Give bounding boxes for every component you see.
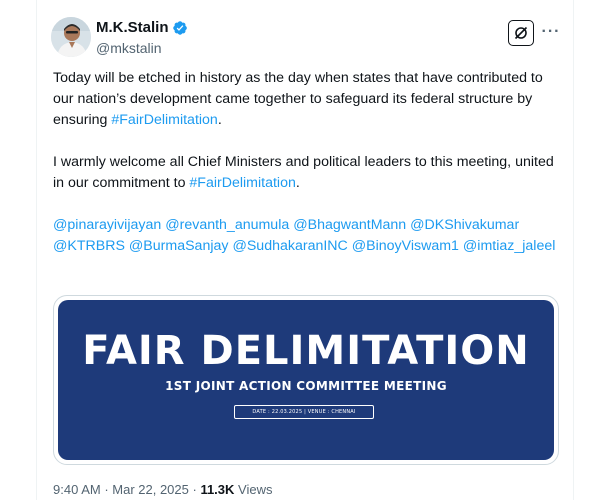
- hashtag-link[interactable]: #FairDelimitation: [111, 112, 217, 128]
- tweet-card: M.K.Stalin @mkstalin ··· Today will be e…: [36, 0, 574, 500]
- grok-icon[interactable]: [508, 20, 534, 46]
- meta-separator: ·: [100, 482, 113, 497]
- mention-link[interactable]: @imtiaz_jaleel: [463, 238, 555, 254]
- more-icon[interactable]: ···: [540, 22, 562, 42]
- meta-separator: ·: [188, 482, 201, 497]
- banner-date-venue: DATE : 22.03.2025 | VENUE : CHENNAI: [234, 405, 374, 419]
- tweet-text: Today will be etched in history as the d…: [53, 68, 563, 278]
- mention-link[interactable]: @DKShivakumar: [410, 217, 519, 233]
- paragraph-end: .: [217, 112, 222, 128]
- mention-link[interactable]: @pinarayivijayan: [53, 217, 161, 233]
- paragraph-text: I warmly welcome all Chief Ministers and…: [53, 154, 554, 191]
- avatar[interactable]: [51, 17, 91, 57]
- author-handle[interactable]: @mkstalin: [96, 40, 162, 56]
- tweet-paragraph-2: I warmly welcome all Chief Ministers and…: [53, 152, 563, 194]
- views-label: Views: [238, 482, 273, 497]
- hashtag-link[interactable]: #FairDelimitation: [189, 175, 295, 191]
- views-count: 11.3K: [200, 482, 235, 497]
- paragraph-end: .: [295, 175, 300, 191]
- mention-link[interactable]: @revanth_anumula: [165, 217, 289, 233]
- banner-subtitle: 1ST JOINT ACTION COMMITTEE MEETING: [165, 379, 447, 393]
- tweet-media[interactable]: FAIR DELIMITATION 1ST JOINT ACTION COMMI…: [53, 295, 559, 465]
- verified-badge-icon: [172, 20, 188, 36]
- mention-link[interactable]: @SudhakaranINC: [232, 238, 347, 254]
- mention-link[interactable]: @BurmaSanjay: [129, 238, 229, 254]
- tweet-paragraph-1: Today will be etched in history as the d…: [53, 68, 563, 131]
- mention-link[interactable]: @KTRBRS: [53, 238, 125, 254]
- tweet-meta: 9:40 AM · Mar 22, 2025 · 11.3K Views: [53, 482, 273, 497]
- tweet-date[interactable]: Mar 22, 2025: [112, 482, 189, 497]
- author-name-row[interactable]: M.K.Stalin: [96, 19, 188, 36]
- banner-title: FAIR DELIMITATION: [82, 328, 530, 374]
- mention-link[interactable]: @BhagwantMann: [293, 217, 406, 233]
- event-banner-image[interactable]: FAIR DELIMITATION 1ST JOINT ACTION COMMI…: [58, 300, 554, 460]
- tweet-time[interactable]: 9:40 AM: [53, 482, 101, 497]
- tweet-mentions: @pinarayivijayan @revanth_anumula @Bhagw…: [53, 215, 563, 257]
- mention-link[interactable]: @BinoyViswam1: [352, 238, 459, 254]
- author-display-name[interactable]: M.K.Stalin: [96, 19, 169, 36]
